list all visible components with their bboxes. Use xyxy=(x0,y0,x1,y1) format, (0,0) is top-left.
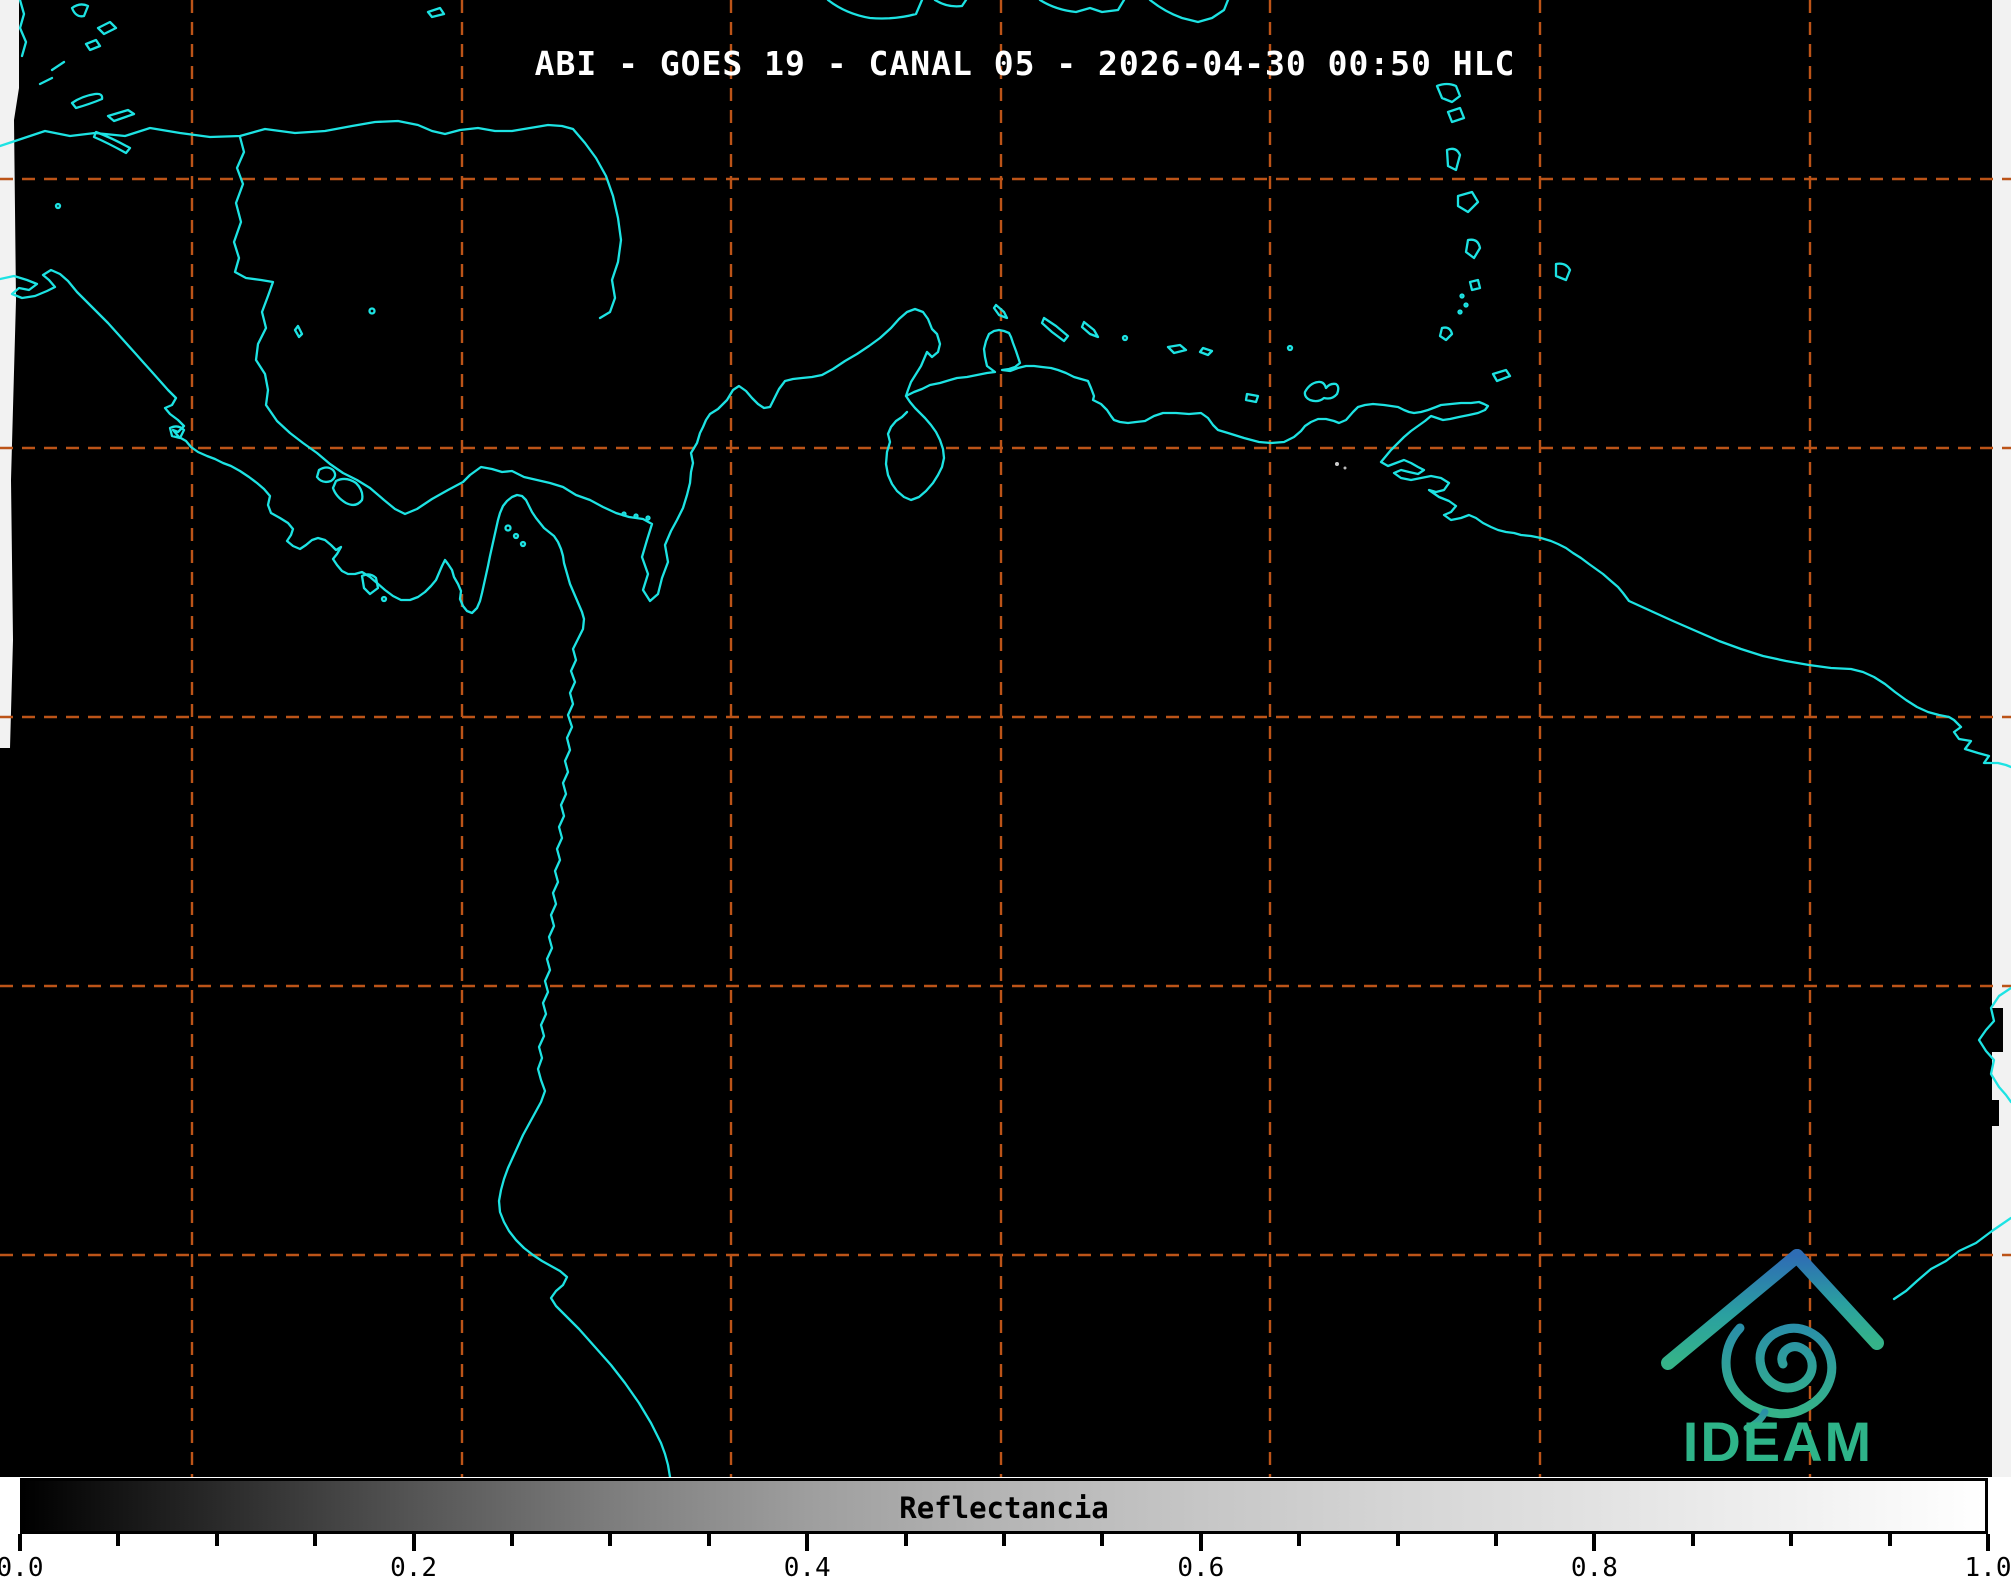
colorbar-minor-tick xyxy=(1690,1534,1695,1546)
colorbar-major-tick xyxy=(805,1534,810,1551)
colorbar-minor-tick xyxy=(1887,1534,1892,1546)
colorbar-minor-tick xyxy=(1100,1534,1105,1546)
ideam-logo-mountain xyxy=(1661,1249,1884,1370)
colorbar-major-tick xyxy=(18,1534,22,1551)
colorbar-minor-tick xyxy=(608,1534,613,1546)
colorbar-tick-label: 0.4 xyxy=(783,1553,831,1577)
colorbar-tick-label: 1.0 xyxy=(1964,1553,2011,1577)
colorbar-major-tick xyxy=(411,1534,416,1551)
ideam-logo-text: IDEAM xyxy=(1683,1410,1873,1473)
colorbar-tick-label: 0.0 xyxy=(0,1553,44,1577)
colorbar-tick-label: 0.6 xyxy=(1177,1553,1225,1577)
colorbar-minor-tick xyxy=(903,1534,908,1546)
colorbar-minor-tick xyxy=(706,1534,711,1546)
colorbar-minor-tick xyxy=(1789,1534,1794,1546)
ideam-logo: IDEAM xyxy=(1661,1249,1884,1473)
colorbar-minor-tick xyxy=(1395,1534,1400,1546)
satellite-product-image: ABI - GOES 19 - CANAL 05 - 2026-04-30 00… xyxy=(0,0,2011,1577)
colorbar-minor-tick xyxy=(1297,1534,1302,1546)
colorbar-tick-label: 0.2 xyxy=(390,1553,438,1577)
colorbar-major-tick xyxy=(1592,1534,1597,1551)
colorbar-major-tick xyxy=(1986,1534,1990,1551)
ideam-logo-spiral xyxy=(1721,1323,1837,1419)
colorbar-tick-label: 0.8 xyxy=(1570,1553,1618,1577)
colorbar-minor-tick xyxy=(1002,1534,1006,1546)
colorbar-gradient: Reflectancia xyxy=(20,1478,1988,1534)
colorbar-major-tick xyxy=(1198,1534,1203,1551)
colorbar-minor-tick xyxy=(510,1534,514,1546)
colorbar-minor-tick xyxy=(313,1534,318,1546)
colorbar-minor-tick xyxy=(1494,1534,1498,1546)
colorbar-minor-tick xyxy=(116,1534,121,1546)
colorbar-panel: Reflectancia 0.0 0.2 0.4 0.6 0.8 1.0 xyxy=(0,1477,2011,1577)
colorbar-label: Reflectancia xyxy=(899,1491,1109,1525)
colorbar-minor-tick xyxy=(214,1534,219,1546)
product-title: ABI - GOES 19 - CANAL 05 - 2026-04-30 00… xyxy=(534,44,1516,83)
